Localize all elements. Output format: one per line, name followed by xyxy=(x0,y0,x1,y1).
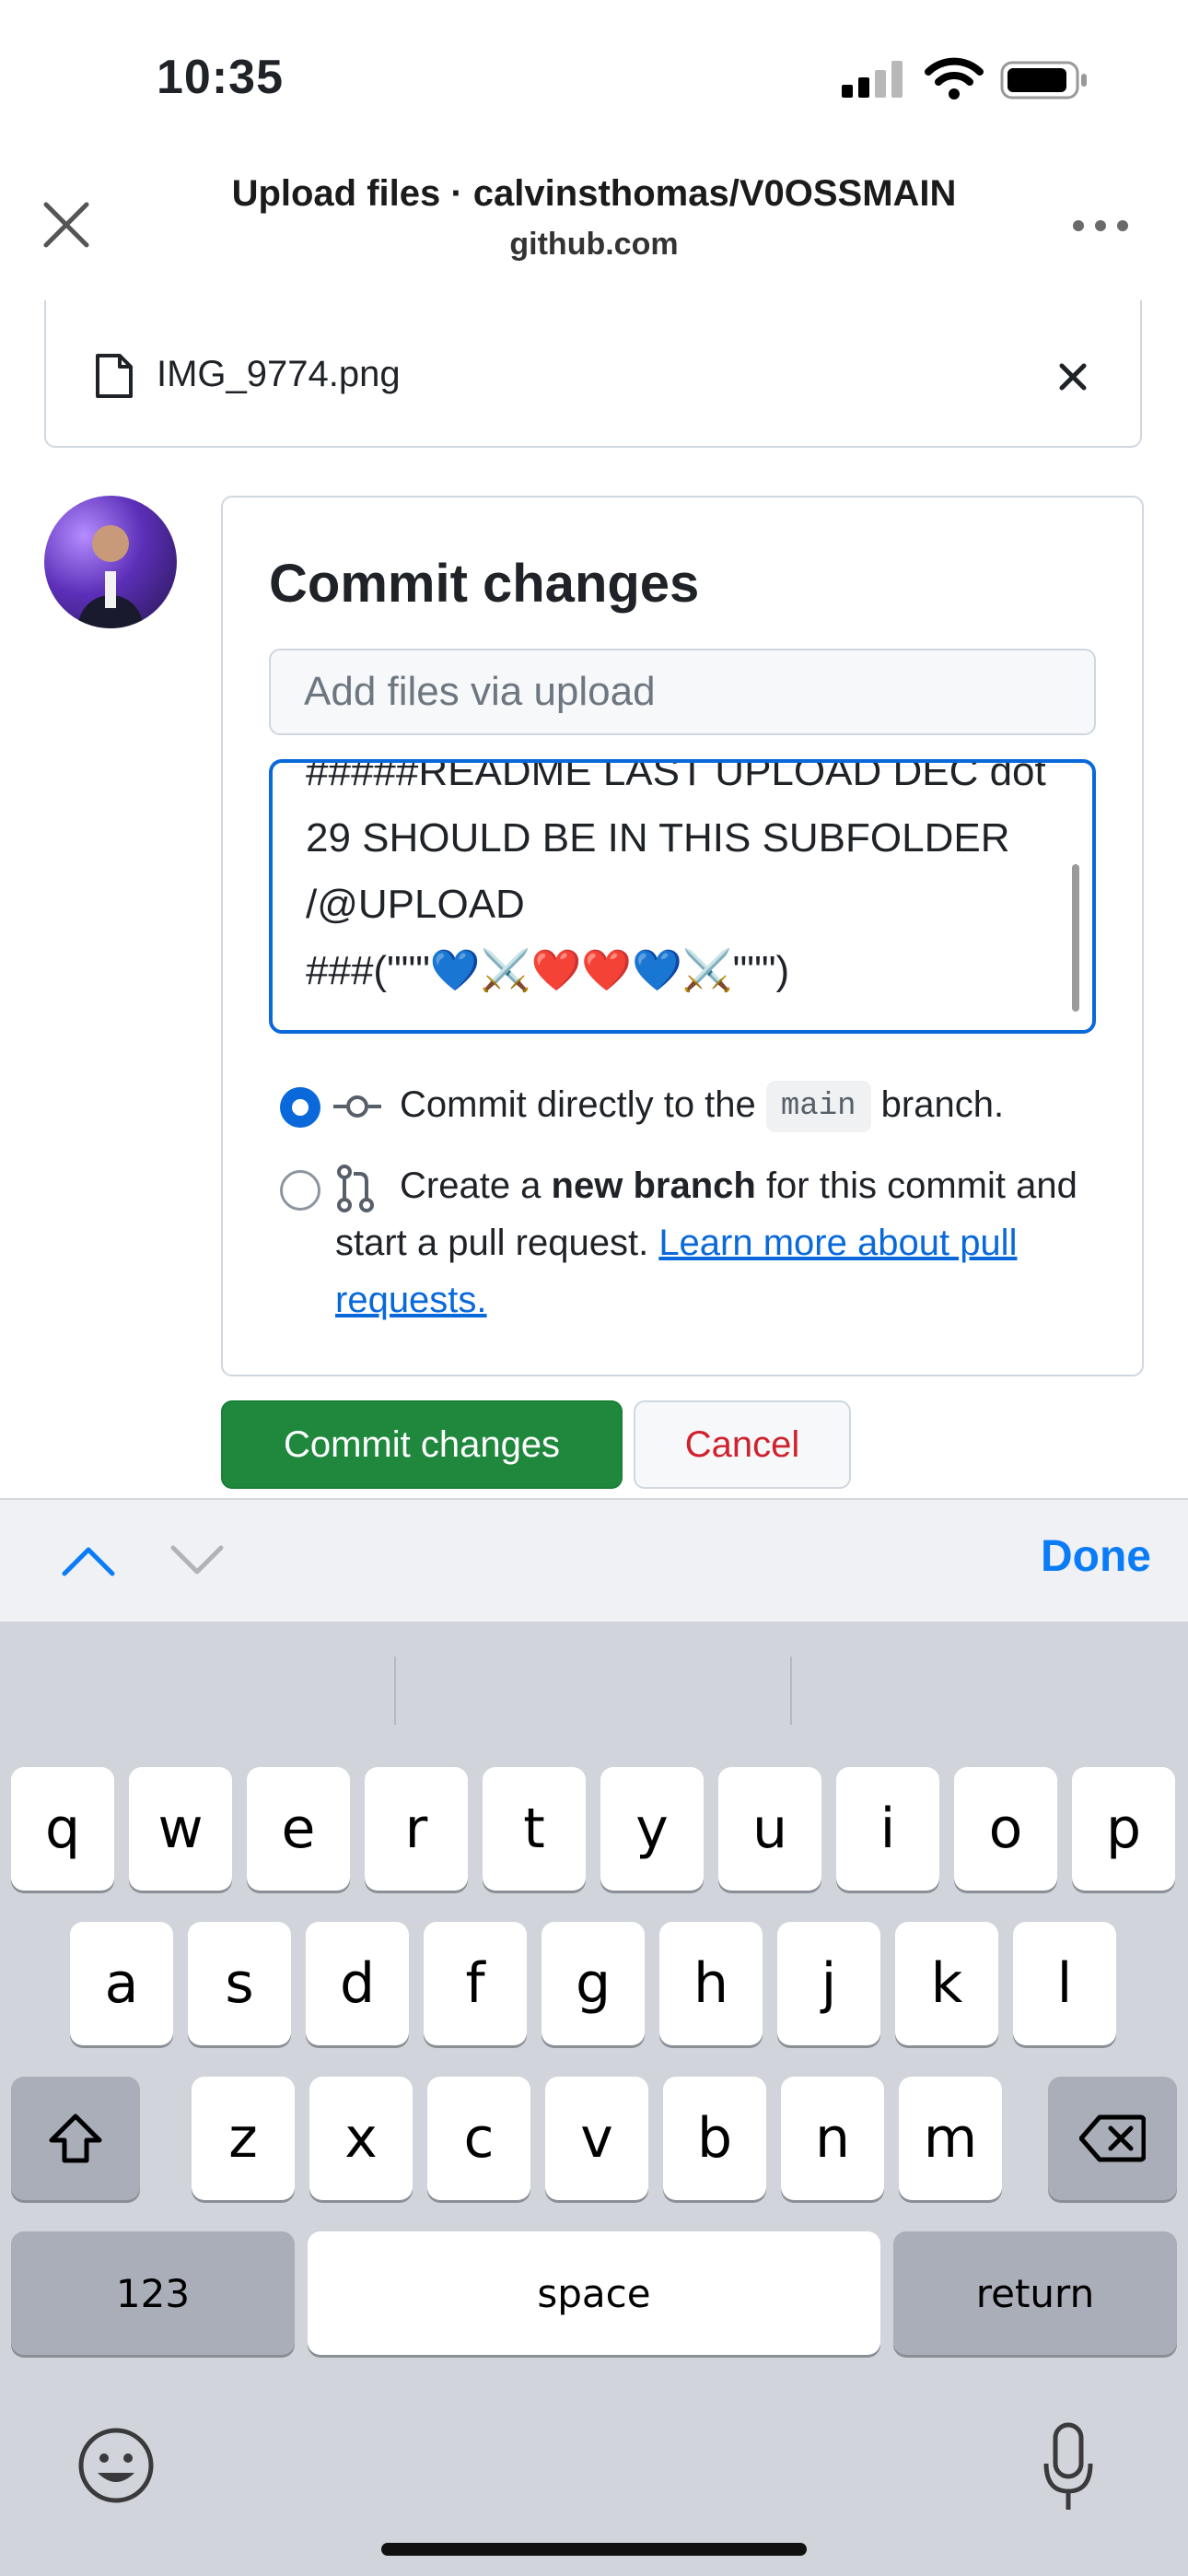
key-s[interactable]: s xyxy=(188,1922,291,2045)
remove-icon xyxy=(1059,363,1087,391)
key-a[interactable]: a xyxy=(70,1922,173,2045)
status-time: 10:35 xyxy=(157,51,284,104)
avatar-photo xyxy=(77,525,144,628)
key-q[interactable]: q xyxy=(11,1767,114,1891)
commit-description-textarea[interactable]: #####README LAST UPLOAD DEC dot 29 SHOUL… xyxy=(269,759,1096,1034)
previous-field-button[interactable] xyxy=(53,1533,123,1588)
key-w[interactable]: w xyxy=(129,1767,232,1891)
key-t[interactable]: t xyxy=(483,1767,586,1891)
remove-file-button[interactable] xyxy=(1050,354,1096,400)
page-domain: github.com xyxy=(509,227,679,262)
space-key[interactable]: space xyxy=(308,2231,880,2355)
cancel-button[interactable]: Cancel xyxy=(634,1400,851,1489)
new-branch-prefix: Create a xyxy=(400,1165,542,1206)
chevron-up-icon xyxy=(62,1547,115,1576)
commit-direct-radio[interactable] xyxy=(280,1087,320,1128)
key-h[interactable]: h xyxy=(659,1922,763,2045)
key-y[interactable]: y xyxy=(600,1767,704,1891)
chevron-down-icon xyxy=(170,1545,224,1575)
commit-changes-button[interactable]: Commit changes xyxy=(221,1400,623,1489)
mic-icon xyxy=(1043,2422,1093,2510)
commit-direct-suffix: branch. xyxy=(880,1084,1005,1125)
new-branch-bold: new branch xyxy=(551,1165,756,1206)
shift-icon xyxy=(49,2113,102,2163)
file-name: IMG_9774.png xyxy=(157,354,401,394)
cellular-signal-icon xyxy=(842,61,903,98)
delete-key[interactable] xyxy=(1048,2077,1177,2200)
key-f[interactable]: f xyxy=(424,1922,527,2045)
key-v[interactable]: v xyxy=(545,2077,648,2200)
delete-icon xyxy=(1079,2114,1146,2162)
home-indicator xyxy=(381,2543,807,2556)
shift-key[interactable] xyxy=(11,2077,140,2200)
done-button[interactable]: Done xyxy=(1004,1531,1151,1582)
key-u[interactable]: u xyxy=(718,1767,821,1891)
key-k[interactable]: k xyxy=(895,1922,998,2045)
wifi-icon xyxy=(925,57,984,100)
key-l[interactable]: l xyxy=(1013,1922,1116,2045)
next-field-button[interactable] xyxy=(162,1533,232,1588)
commit-direct-prefix: Commit directly to the xyxy=(400,1084,756,1125)
page-title: Upload files · calvinsthomas/V0OSSMAIN xyxy=(231,173,957,214)
key-o[interactable]: o xyxy=(954,1767,1057,1891)
emoji-key[interactable] xyxy=(74,2423,158,2508)
commit-description-text: #####README LAST UPLOAD DEC dot 29 SHOUL… xyxy=(306,759,1046,993)
key-i[interactable]: i xyxy=(836,1767,939,1891)
key-j[interactable]: j xyxy=(777,1922,880,2045)
key-g[interactable]: g xyxy=(542,1922,645,2045)
key-b[interactable]: b xyxy=(663,2077,766,2200)
file-icon xyxy=(96,354,133,398)
battery-icon xyxy=(1000,61,1087,100)
commit-heading: Commit changes xyxy=(269,554,700,614)
suggestion-divider xyxy=(394,1657,396,1725)
dictation-key[interactable] xyxy=(1041,2421,1096,2513)
new-branch-radio[interactable] xyxy=(280,1170,320,1211)
new-branch-label: Create a new branch for this commit and … xyxy=(335,1157,1109,1329)
key-c[interactable]: c xyxy=(427,2077,530,2200)
textarea-scrollbar[interactable] xyxy=(1072,864,1079,1012)
return-key[interactable]: return xyxy=(893,2231,1177,2355)
key-d[interactable]: d xyxy=(306,1922,409,2045)
key-r[interactable]: r xyxy=(365,1767,468,1891)
close-icon xyxy=(43,202,89,248)
commit-summary-input[interactable] xyxy=(269,649,1096,735)
key-x[interactable]: x xyxy=(309,2077,413,2200)
numbers-key[interactable]: 123 xyxy=(11,2231,295,2355)
key-n[interactable]: n xyxy=(781,2077,884,2200)
git-commit-icon xyxy=(333,1095,381,1118)
key-m[interactable]: m xyxy=(899,2077,1002,2200)
close-button[interactable] xyxy=(35,193,98,256)
commit-direct-label: Commit directly to the main branch. xyxy=(400,1076,1127,1133)
key-p[interactable]: p xyxy=(1072,1767,1175,1891)
branch-name-chip: main xyxy=(765,1081,871,1133)
emoji-icon xyxy=(78,2428,154,2503)
more-icon[interactable] xyxy=(1068,214,1133,238)
avatar xyxy=(44,496,177,628)
key-z[interactable]: z xyxy=(192,2077,295,2200)
suggestion-divider xyxy=(790,1657,792,1725)
key-e[interactable]: e xyxy=(247,1767,350,1891)
